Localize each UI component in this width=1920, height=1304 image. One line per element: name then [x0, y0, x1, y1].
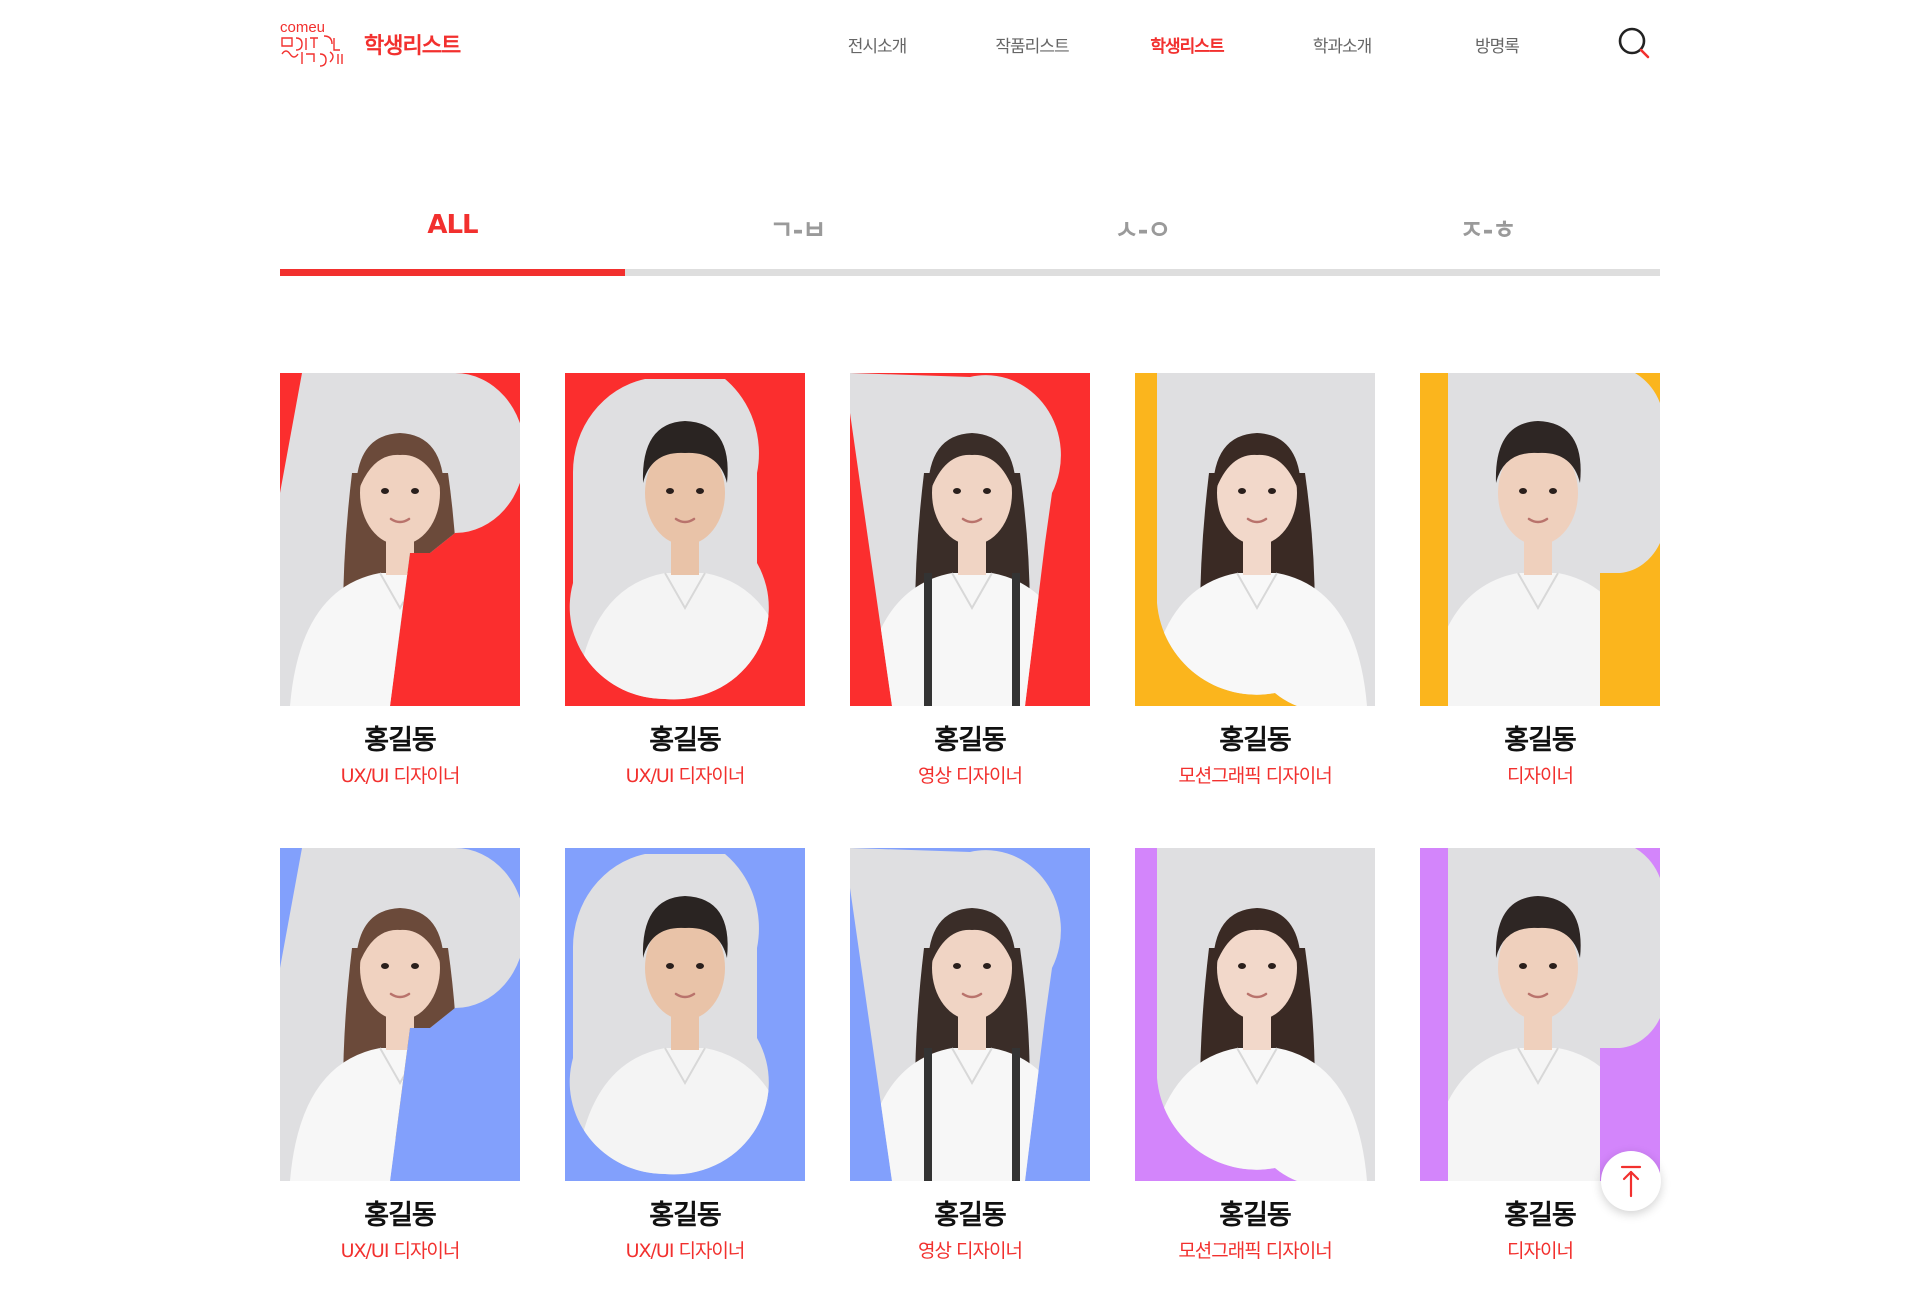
student-photo [280, 848, 520, 1181]
student-photo [850, 373, 1090, 706]
student-role: UX/UI 디자이너 [625, 765, 746, 787]
student-role: UX/UI 디자이너 [340, 1240, 461, 1262]
nav-item-works[interactable]: 작품리스트 [977, 32, 1087, 57]
student-card[interactable]: 홍길동 UX/UI 디자이너 [280, 373, 520, 803]
student-role: 디자이너 [1507, 765, 1574, 787]
arrow-up-icon [1620, 1165, 1642, 1198]
student-name: 홍길동 [1219, 725, 1292, 756]
student-card[interactable]: 홍길동 UX/UI 디자이너 [565, 373, 805, 803]
tab-jieut-hieut[interactable]: ㅈ-ㅎ [1315, 210, 1660, 247]
student-card[interactable]: 홍길동 영상 디자이너 [850, 848, 1090, 1278]
page-title: 학생리스트 [364, 34, 461, 59]
student-photo [1420, 848, 1660, 1181]
student-name: 홍길동 [1504, 725, 1577, 756]
site-logo[interactable]: comeu [280, 18, 352, 70]
student-card[interactable]: 홍길동 디자이너 [1420, 848, 1660, 1278]
student-photo [1420, 373, 1660, 706]
student-name: 홍길동 [364, 725, 437, 756]
logo-mark: comeu [280, 19, 343, 67]
student-photo [565, 373, 805, 706]
student-role: UX/UI 디자이너 [340, 765, 461, 787]
student-role: 모션그래픽 디자이너 [1178, 765, 1332, 787]
student-name: 홍길동 [364, 1200, 437, 1231]
search-icon[interactable] [1617, 26, 1651, 60]
student-card[interactable]: 홍길동 디자이너 [1420, 373, 1660, 803]
student-photo [280, 373, 520, 706]
student-card[interactable]: 홍길동 모션그래픽 디자이너 [1135, 373, 1375, 803]
nav-item-students[interactable]: 학생리스트 [1132, 32, 1242, 57]
tab-siot-ieung[interactable]: ㅅ-ㅇ [970, 210, 1315, 247]
student-role: 디자이너 [1507, 1240, 1574, 1262]
student-name: 홍길동 [1219, 1200, 1292, 1231]
student-name: 홍길동 [649, 725, 722, 756]
student-name: 홍길동 [934, 725, 1007, 756]
student-photo [1135, 373, 1375, 706]
nav-item-guestbook[interactable]: 방명록 [1442, 32, 1552, 57]
student-name: 홍길동 [934, 1200, 1007, 1231]
student-name: 홍길동 [649, 1200, 722, 1231]
student-photo [1135, 848, 1375, 1181]
student-role: 영상 디자이너 [918, 1240, 1023, 1262]
logo-text: comeu [280, 19, 325, 36]
tab-giyeok-bieup[interactable]: ㄱ-ㅂ [625, 210, 970, 247]
tab-active-indicator [280, 269, 625, 276]
site-header: comeu 학생리스트 전시소개 작품리스트 학생리스트 학과소개 방명록 [0, 0, 1920, 100]
student-photo [850, 848, 1090, 1181]
tab-all[interactable]: ALL [280, 210, 625, 240]
student-role: 영상 디자이너 [918, 765, 1023, 787]
student-card[interactable]: 홍길동 UX/UI 디자이너 [280, 848, 520, 1278]
student-role: 모션그래픽 디자이너 [1178, 1240, 1332, 1262]
student-card[interactable]: 홍길동 모션그래픽 디자이너 [1135, 848, 1375, 1278]
nav-item-exhibition[interactable]: 전시소개 [822, 32, 932, 57]
alphabet-filter-tabs: ALL ㄱ-ㅂ ㅅ-ㅇ ㅈ-ㅎ [280, 210, 1660, 280]
scroll-top-button[interactable] [1601, 1151, 1661, 1211]
nav-item-department[interactable]: 학과소개 [1287, 32, 1397, 57]
student-role: UX/UI 디자이너 [625, 1240, 746, 1262]
student-card[interactable]: 홍길동 영상 디자이너 [850, 373, 1090, 803]
student-card[interactable]: 홍길동 UX/UI 디자이너 [565, 848, 805, 1278]
student-photo [565, 848, 805, 1181]
